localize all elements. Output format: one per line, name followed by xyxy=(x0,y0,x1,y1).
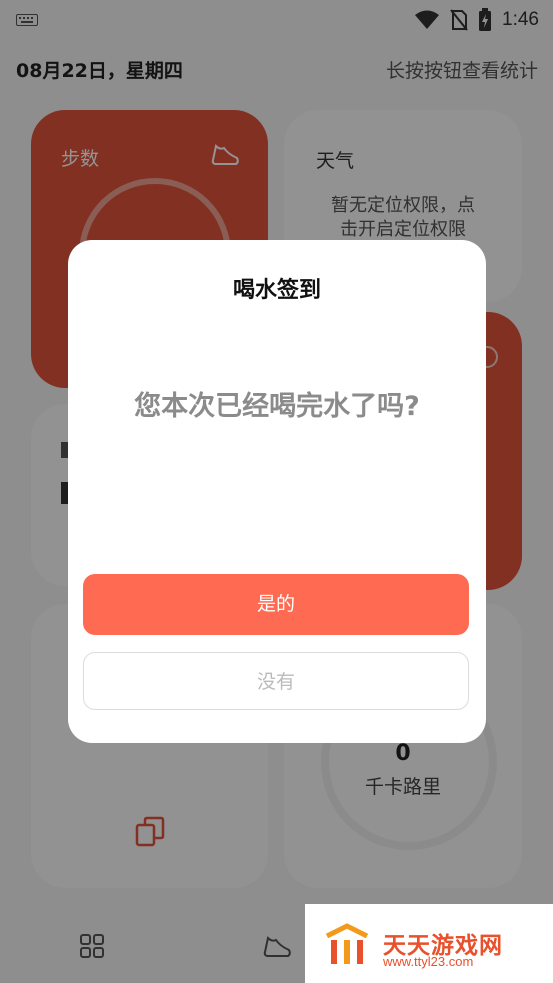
watermark-logo-icon xyxy=(325,923,369,964)
site-watermark: 天天游戏网 www.ttyl23.com xyxy=(305,904,553,983)
no-button[interactable]: 没有 xyxy=(83,652,469,710)
drink-checkin-dialog: 喝水签到 您本次已经喝完水了吗? 是的 没有 xyxy=(68,240,486,743)
dialog-title: 喝水签到 xyxy=(232,278,321,303)
watermark-url: www.ttyl23.com xyxy=(383,954,474,969)
yes-button[interactable]: 是的 xyxy=(83,574,469,635)
dialog-question: 您本次已经喝完水了吗? xyxy=(134,391,420,422)
